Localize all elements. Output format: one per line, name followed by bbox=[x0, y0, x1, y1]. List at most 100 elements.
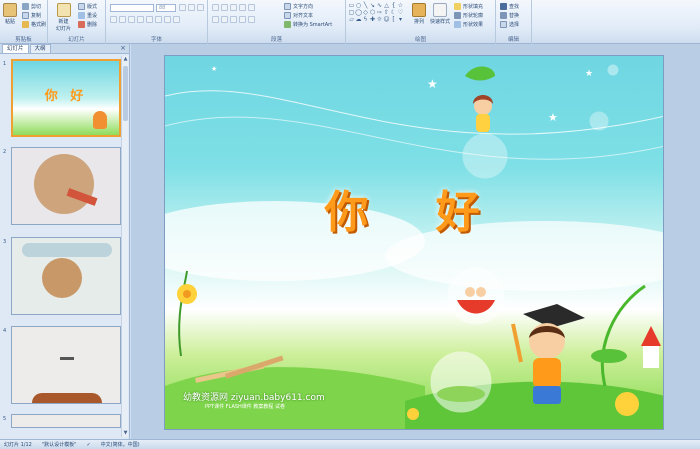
thumbnail-image[interactable] bbox=[11, 414, 121, 428]
binoculars-icon bbox=[500, 3, 507, 10]
line-spacing-icon[interactable] bbox=[248, 4, 255, 11]
scroll-up-icon[interactable]: ▲ bbox=[122, 56, 129, 63]
swirl-line bbox=[165, 116, 663, 160]
numbering-icon[interactable] bbox=[221, 4, 228, 11]
shape-outline-button[interactable]: 形状轮廓 bbox=[454, 12, 483, 19]
rounded-rect-shape-icon[interactable]: ▢ bbox=[348, 9, 355, 16]
grow-font-icon[interactable] bbox=[179, 4, 186, 11]
copy-icon bbox=[22, 12, 29, 19]
plant-stem bbox=[178, 270, 188, 357]
shape-effects-button[interactable]: 形状效果 bbox=[454, 21, 483, 28]
bracket-shape-icon[interactable]: [ bbox=[390, 16, 397, 23]
bold-icon[interactable] bbox=[110, 16, 117, 23]
leaf-shape bbox=[465, 66, 495, 81]
char-spacing-icon[interactable] bbox=[155, 16, 162, 23]
quick-styles-button[interactable]: 快速样式 bbox=[430, 3, 450, 25]
status-theme[interactable]: "默认设计模板" bbox=[42, 441, 77, 448]
select-button[interactable]: 选择 bbox=[500, 21, 519, 28]
tab-outline[interactable]: 大纲 bbox=[29, 44, 51, 53]
bubble-kids-boat bbox=[447, 267, 505, 325]
plus-shape-icon[interactable]: ✚ bbox=[369, 16, 376, 23]
thumbnail-image[interactable]: 你 好 bbox=[11, 59, 121, 137]
spellcheck-icon[interactable]: ✓ bbox=[86, 442, 90, 448]
circle-shape-icon[interactable]: ◯ bbox=[355, 9, 362, 16]
replace-button[interactable]: 替换 bbox=[500, 12, 519, 19]
hexagon-shape-icon[interactable]: ⬡ bbox=[369, 9, 376, 16]
swirl-line bbox=[165, 90, 663, 135]
panel-scrollbar[interactable]: ▲ ▼ bbox=[121, 56, 128, 437]
paste-button[interactable]: 粘贴 bbox=[3, 3, 17, 25]
shapes-gallery[interactable]: ▭ ○ ╲ ↘ ∿ △{☆ ▢ ◯ ◇ ⬡ ⇨ ⇧ ☾ ♡ ▱ ☁ ϟ ✚ ☼ ☺[▾ bbox=[348, 2, 404, 30]
bullets-icon[interactable] bbox=[212, 4, 219, 11]
slide-editor: ★ ★ ★ ★ 你 好 幼教资源网 ziyuan.baby611.com PPT… bbox=[131, 44, 700, 439]
shadow-icon[interactable] bbox=[146, 16, 153, 23]
font-name-combo[interactable] bbox=[110, 4, 154, 12]
star-shape-icon[interactable]: ☆ bbox=[397, 2, 404, 9]
font-style-buttons bbox=[110, 16, 180, 23]
curve-shape-icon[interactable]: ∿ bbox=[376, 2, 383, 9]
text-direction-button[interactable]: 文字方向 bbox=[284, 3, 313, 10]
thumbnail-image[interactable] bbox=[11, 326, 121, 404]
shape-fill-button[interactable]: 形状填充 bbox=[454, 3, 483, 10]
arrow-right-shape-icon[interactable]: ⇨ bbox=[376, 9, 383, 16]
triangle-shape-icon[interactable]: △ bbox=[383, 2, 390, 9]
font-size-combo[interactable]: 88 bbox=[156, 4, 176, 12]
kid-head bbox=[476, 287, 486, 297]
text-direction-icon bbox=[284, 3, 291, 10]
strikethrough-icon[interactable] bbox=[137, 16, 144, 23]
align-text-button[interactable]: 对齐文本 bbox=[284, 12, 313, 19]
cut-button[interactable]: 剪切 bbox=[22, 3, 41, 10]
decrease-indent-icon[interactable] bbox=[230, 4, 237, 11]
oval-shape-icon[interactable]: ○ bbox=[355, 2, 362, 9]
more-shapes-icon[interactable]: ▾ bbox=[397, 16, 404, 23]
scroll-down-icon[interactable]: ▼ bbox=[122, 430, 129, 437]
font-color-icon[interactable] bbox=[173, 16, 180, 23]
heart-shape-icon[interactable]: ♡ bbox=[397, 9, 404, 16]
change-case-icon[interactable] bbox=[164, 16, 171, 23]
callout-shape-icon[interactable]: ▱ bbox=[348, 16, 355, 23]
columns-icon[interactable] bbox=[248, 16, 255, 23]
bear-illustration bbox=[42, 258, 82, 298]
paste-icon bbox=[3, 3, 17, 17]
thumbnail-image[interactable] bbox=[11, 147, 121, 225]
align-left-icon[interactable] bbox=[212, 16, 219, 23]
status-language[interactable]: 中文(简体，中国) bbox=[101, 441, 140, 448]
align-right-icon[interactable] bbox=[230, 16, 237, 23]
arrange-button[interactable]: 排列 bbox=[412, 3, 426, 25]
lightning-shape-icon[interactable]: ϟ bbox=[362, 16, 369, 23]
italic-icon[interactable] bbox=[119, 16, 126, 23]
moon-shape-icon[interactable]: ☾ bbox=[390, 9, 397, 16]
clear-format-icon[interactable] bbox=[197, 4, 204, 11]
reset-button[interactable]: 重设 bbox=[78, 12, 97, 19]
shrink-font-icon[interactable] bbox=[188, 4, 195, 11]
rect-shape-icon[interactable]: ▭ bbox=[348, 2, 355, 9]
new-slide-button[interactable]: 新建 幻灯片 bbox=[56, 3, 71, 32]
underline-icon[interactable] bbox=[128, 16, 135, 23]
copy-button[interactable]: 复制 bbox=[22, 12, 41, 19]
sun-shape-icon[interactable]: ☼ bbox=[376, 16, 383, 23]
slide-title[interactable]: 你 好 bbox=[165, 176, 663, 240]
layout-button[interactable]: 版式 bbox=[78, 3, 97, 10]
smile-shape-icon[interactable]: ☺ bbox=[383, 16, 390, 23]
thumbnail-image[interactable] bbox=[11, 237, 121, 315]
paragraph-label: 段落 bbox=[270, 37, 282, 43]
scroll-thumb[interactable] bbox=[123, 66, 128, 121]
arrow-shape-icon[interactable]: ↘ bbox=[369, 2, 376, 9]
arrow-up-shape-icon[interactable]: ⇧ bbox=[383, 9, 390, 16]
close-panel-icon[interactable]: × bbox=[120, 44, 126, 52]
line-shape-icon[interactable]: ╲ bbox=[362, 2, 369, 9]
cloud-shape-icon[interactable]: ☁ bbox=[355, 16, 362, 23]
find-button[interactable]: 查找 bbox=[500, 3, 519, 10]
smartart-button[interactable]: 转换为 SmartArt bbox=[284, 21, 332, 28]
thumbnail-number: 4 bbox=[3, 328, 7, 334]
diamond-shape-icon[interactable]: ◇ bbox=[362, 9, 369, 16]
increase-indent-icon[interactable] bbox=[239, 4, 246, 11]
brace-shape-icon[interactable]: { bbox=[390, 2, 397, 9]
format-painter-button[interactable]: 格式刷 bbox=[22, 21, 46, 28]
layout-icon bbox=[78, 3, 85, 10]
align-center-icon[interactable] bbox=[221, 16, 228, 23]
tab-slides[interactable]: 幻灯片 bbox=[2, 44, 29, 53]
justify-icon[interactable] bbox=[239, 16, 246, 23]
current-slide[interactable]: ★ ★ ★ ★ 你 好 幼教资源网 ziyuan.baby611.com PPT… bbox=[164, 55, 664, 430]
delete-button[interactable]: 删除 bbox=[78, 21, 97, 28]
